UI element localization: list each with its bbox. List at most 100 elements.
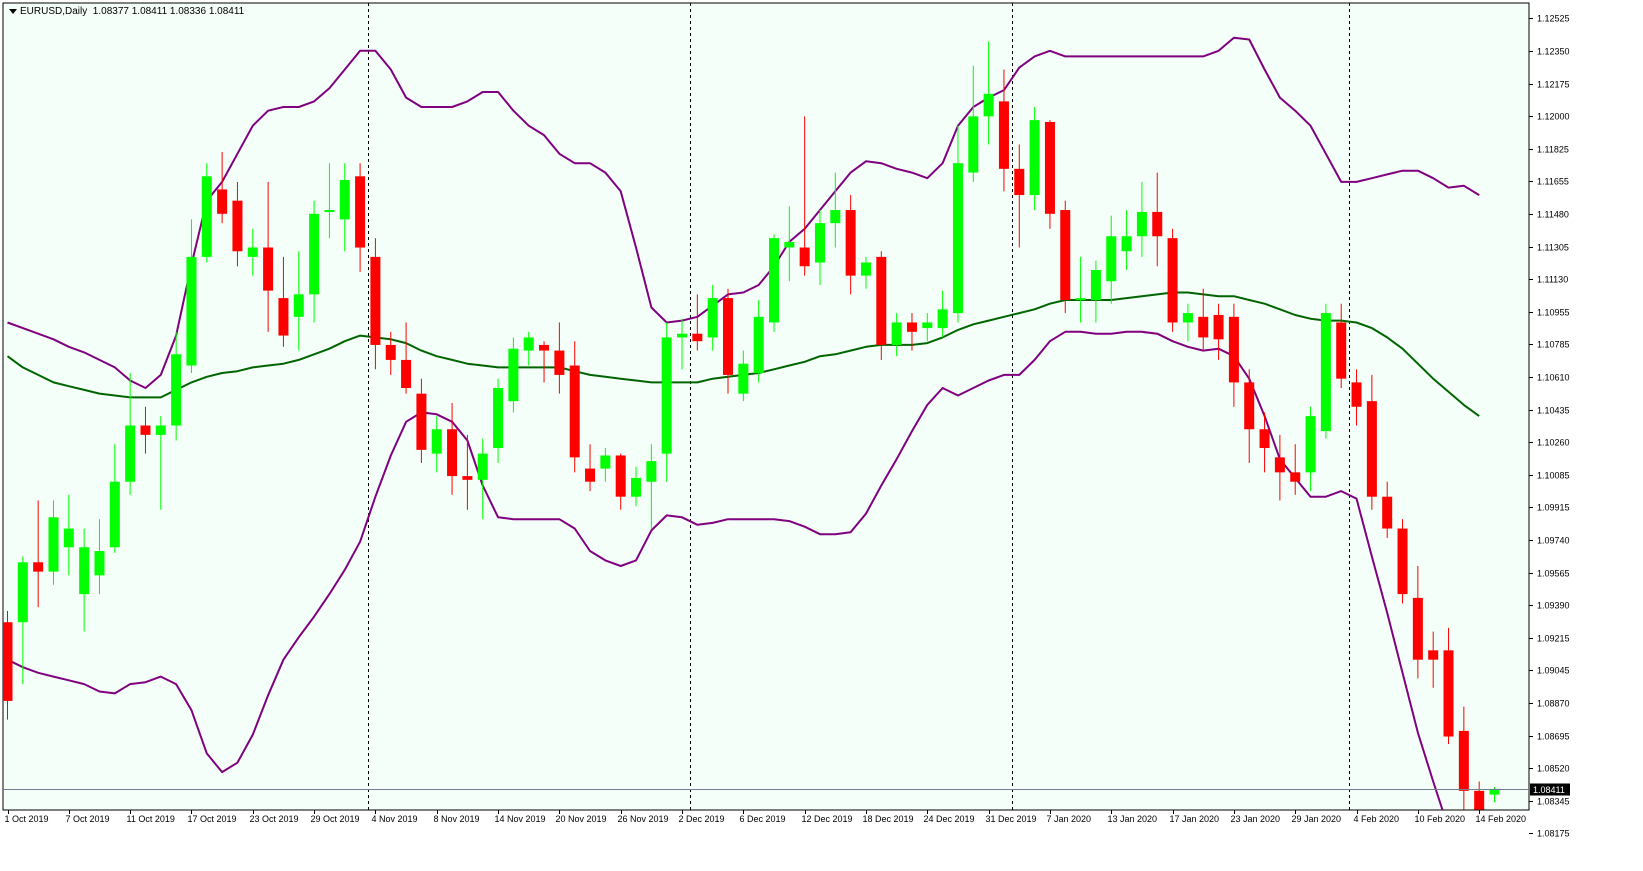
candle-body [1382, 496, 1393, 529]
candle-body [1474, 790, 1485, 810]
candle-body [1106, 236, 1117, 282]
candle-body [1228, 316, 1239, 383]
candle-body [1443, 650, 1454, 737]
candle-body [922, 322, 933, 329]
price-tick-label: 1.09915 [1537, 503, 1570, 513]
candle-body [830, 210, 841, 224]
price-tick-label: 1.08870 [1537, 699, 1570, 709]
price-tick-label: 1.11130 [1537, 275, 1568, 285]
candle-body [769, 238, 779, 323]
candle-body [339, 180, 350, 220]
candle-body [1121, 236, 1132, 252]
time-tick-label: 4 Feb 2020 [1354, 814, 1400, 824]
candle-body [171, 354, 182, 426]
candle-body [1458, 730, 1469, 791]
ohlc-values: 1.08377 1.08411 1.08336 1.08411 [92, 6, 245, 17]
time-tick-label: 8 Nov 2019 [434, 814, 480, 824]
candle-body [1336, 322, 1347, 379]
candle-body [1090, 269, 1101, 300]
time-tick-label: 11 Oct 2019 [127, 814, 175, 824]
time-tick-label: 10 Feb 2020 [1415, 814, 1466, 824]
candle-body [232, 200, 243, 252]
candle-body [385, 344, 396, 360]
time-tick-label: 6 Dec 2019 [740, 814, 786, 824]
candle-body [1305, 416, 1316, 473]
price-tick-label: 1.09215 [1537, 634, 1570, 644]
price-tick-label: 1.12000 [1537, 112, 1570, 122]
candle-body [738, 363, 749, 394]
candle-body [600, 455, 611, 469]
candle-body [477, 453, 488, 480]
dropdown-triangle-icon[interactable] [9, 8, 17, 14]
candle-body [692, 333, 703, 342]
candle [201, 163, 212, 263]
candle-body [3, 622, 13, 701]
candle-body [677, 333, 688, 338]
time-tick-label: 2 Dec 2019 [679, 814, 725, 824]
candle [1029, 106, 1040, 211]
time-tick-label: 4 Nov 2019 [372, 814, 418, 824]
current-price-label: 1.08411 [1533, 785, 1565, 795]
time-tick-label: 14 Nov 2019 [495, 814, 546, 824]
time-tick-label: 26 Nov 2019 [618, 814, 669, 824]
price-axis: 1.12525 1.12350 1.12175 1.12000 1.11825 1.116… [1529, 14, 1570, 839]
candle-body [554, 350, 565, 375]
price-tick-label: 1.09565 [1537, 569, 1570, 579]
time-tick-label: 7 Oct 2019 [66, 814, 110, 824]
price-tick-label: 1.10085 [1537, 471, 1570, 481]
candle-body [1213, 314, 1224, 340]
candle-body [1274, 457, 1285, 473]
price-tick-label: 1.11480 [1537, 210, 1569, 220]
candle-body [247, 247, 258, 257]
time-tick-label: 17 Oct 2019 [188, 814, 237, 824]
candle-body [109, 481, 120, 548]
candle-body [1136, 211, 1147, 237]
candle-body [370, 256, 381, 345]
price-tick-label: 1.12175 [1537, 80, 1570, 90]
time-tick-label: 23 Oct 2019 [250, 814, 299, 824]
price-tick-label: 1.11305 [1537, 243, 1569, 253]
candle [876, 251, 887, 360]
candle-body [217, 189, 228, 214]
candle-body [355, 176, 366, 248]
price-tick-label: 1.08175 [1537, 829, 1570, 839]
candle-body [753, 316, 764, 374]
time-tick-label: 29 Jan 2020 [1292, 814, 1342, 824]
time-tick-label: 20 Nov 2019 [556, 814, 607, 824]
price-tick-label: 1.11655 [1537, 177, 1569, 187]
candle-body [309, 213, 320, 295]
price-chart[interactable]: 1.12525 1.12350 1.12175 1.12000 1.11825 1.116… [0, 0, 1643, 871]
time-tick-label: 29 Oct 2019 [311, 814, 360, 824]
candle-body [1428, 650, 1439, 660]
candle-body [1366, 401, 1377, 497]
candle-body [447, 429, 458, 477]
candle-body [1044, 121, 1055, 214]
candle-body [293, 294, 304, 317]
plot-background [2, 2, 1530, 811]
time-tick-label: 1 Oct 2019 [5, 814, 49, 824]
price-tick-label: 1.10610 [1537, 373, 1570, 383]
candle-body [814, 223, 825, 263]
candle-body [860, 262, 871, 276]
price-tick-label: 1.10955 [1537, 308, 1570, 318]
time-tick-label: 14 Feb 2020 [1476, 814, 1527, 824]
candle-body [539, 344, 550, 351]
time-tick-label: 12 Dec 2019 [802, 814, 853, 824]
candle-body [968, 116, 979, 173]
candle-body [278, 298, 289, 336]
candle-body [1014, 168, 1025, 196]
candle-body [493, 388, 504, 448]
candle-body [1182, 313, 1193, 323]
price-tick-label: 1.09740 [1537, 536, 1570, 546]
candle [508, 337, 519, 413]
price-tick-label: 1.08695 [1537, 732, 1570, 742]
price-tick-label: 1.08345 [1537, 797, 1570, 807]
price-tick-label: 1.10435 [1537, 406, 1570, 416]
candle-body [1290, 472, 1301, 482]
candle-body [523, 337, 534, 351]
candle-body [906, 322, 917, 332]
candle-body [937, 309, 948, 329]
chart-window[interactable]: 1.12525 1.12350 1.12175 1.12000 1.11825 1.116… [0, 0, 1643, 871]
time-tick-label: 7 Jan 2020 [1047, 814, 1092, 824]
candle-body [784, 241, 795, 248]
